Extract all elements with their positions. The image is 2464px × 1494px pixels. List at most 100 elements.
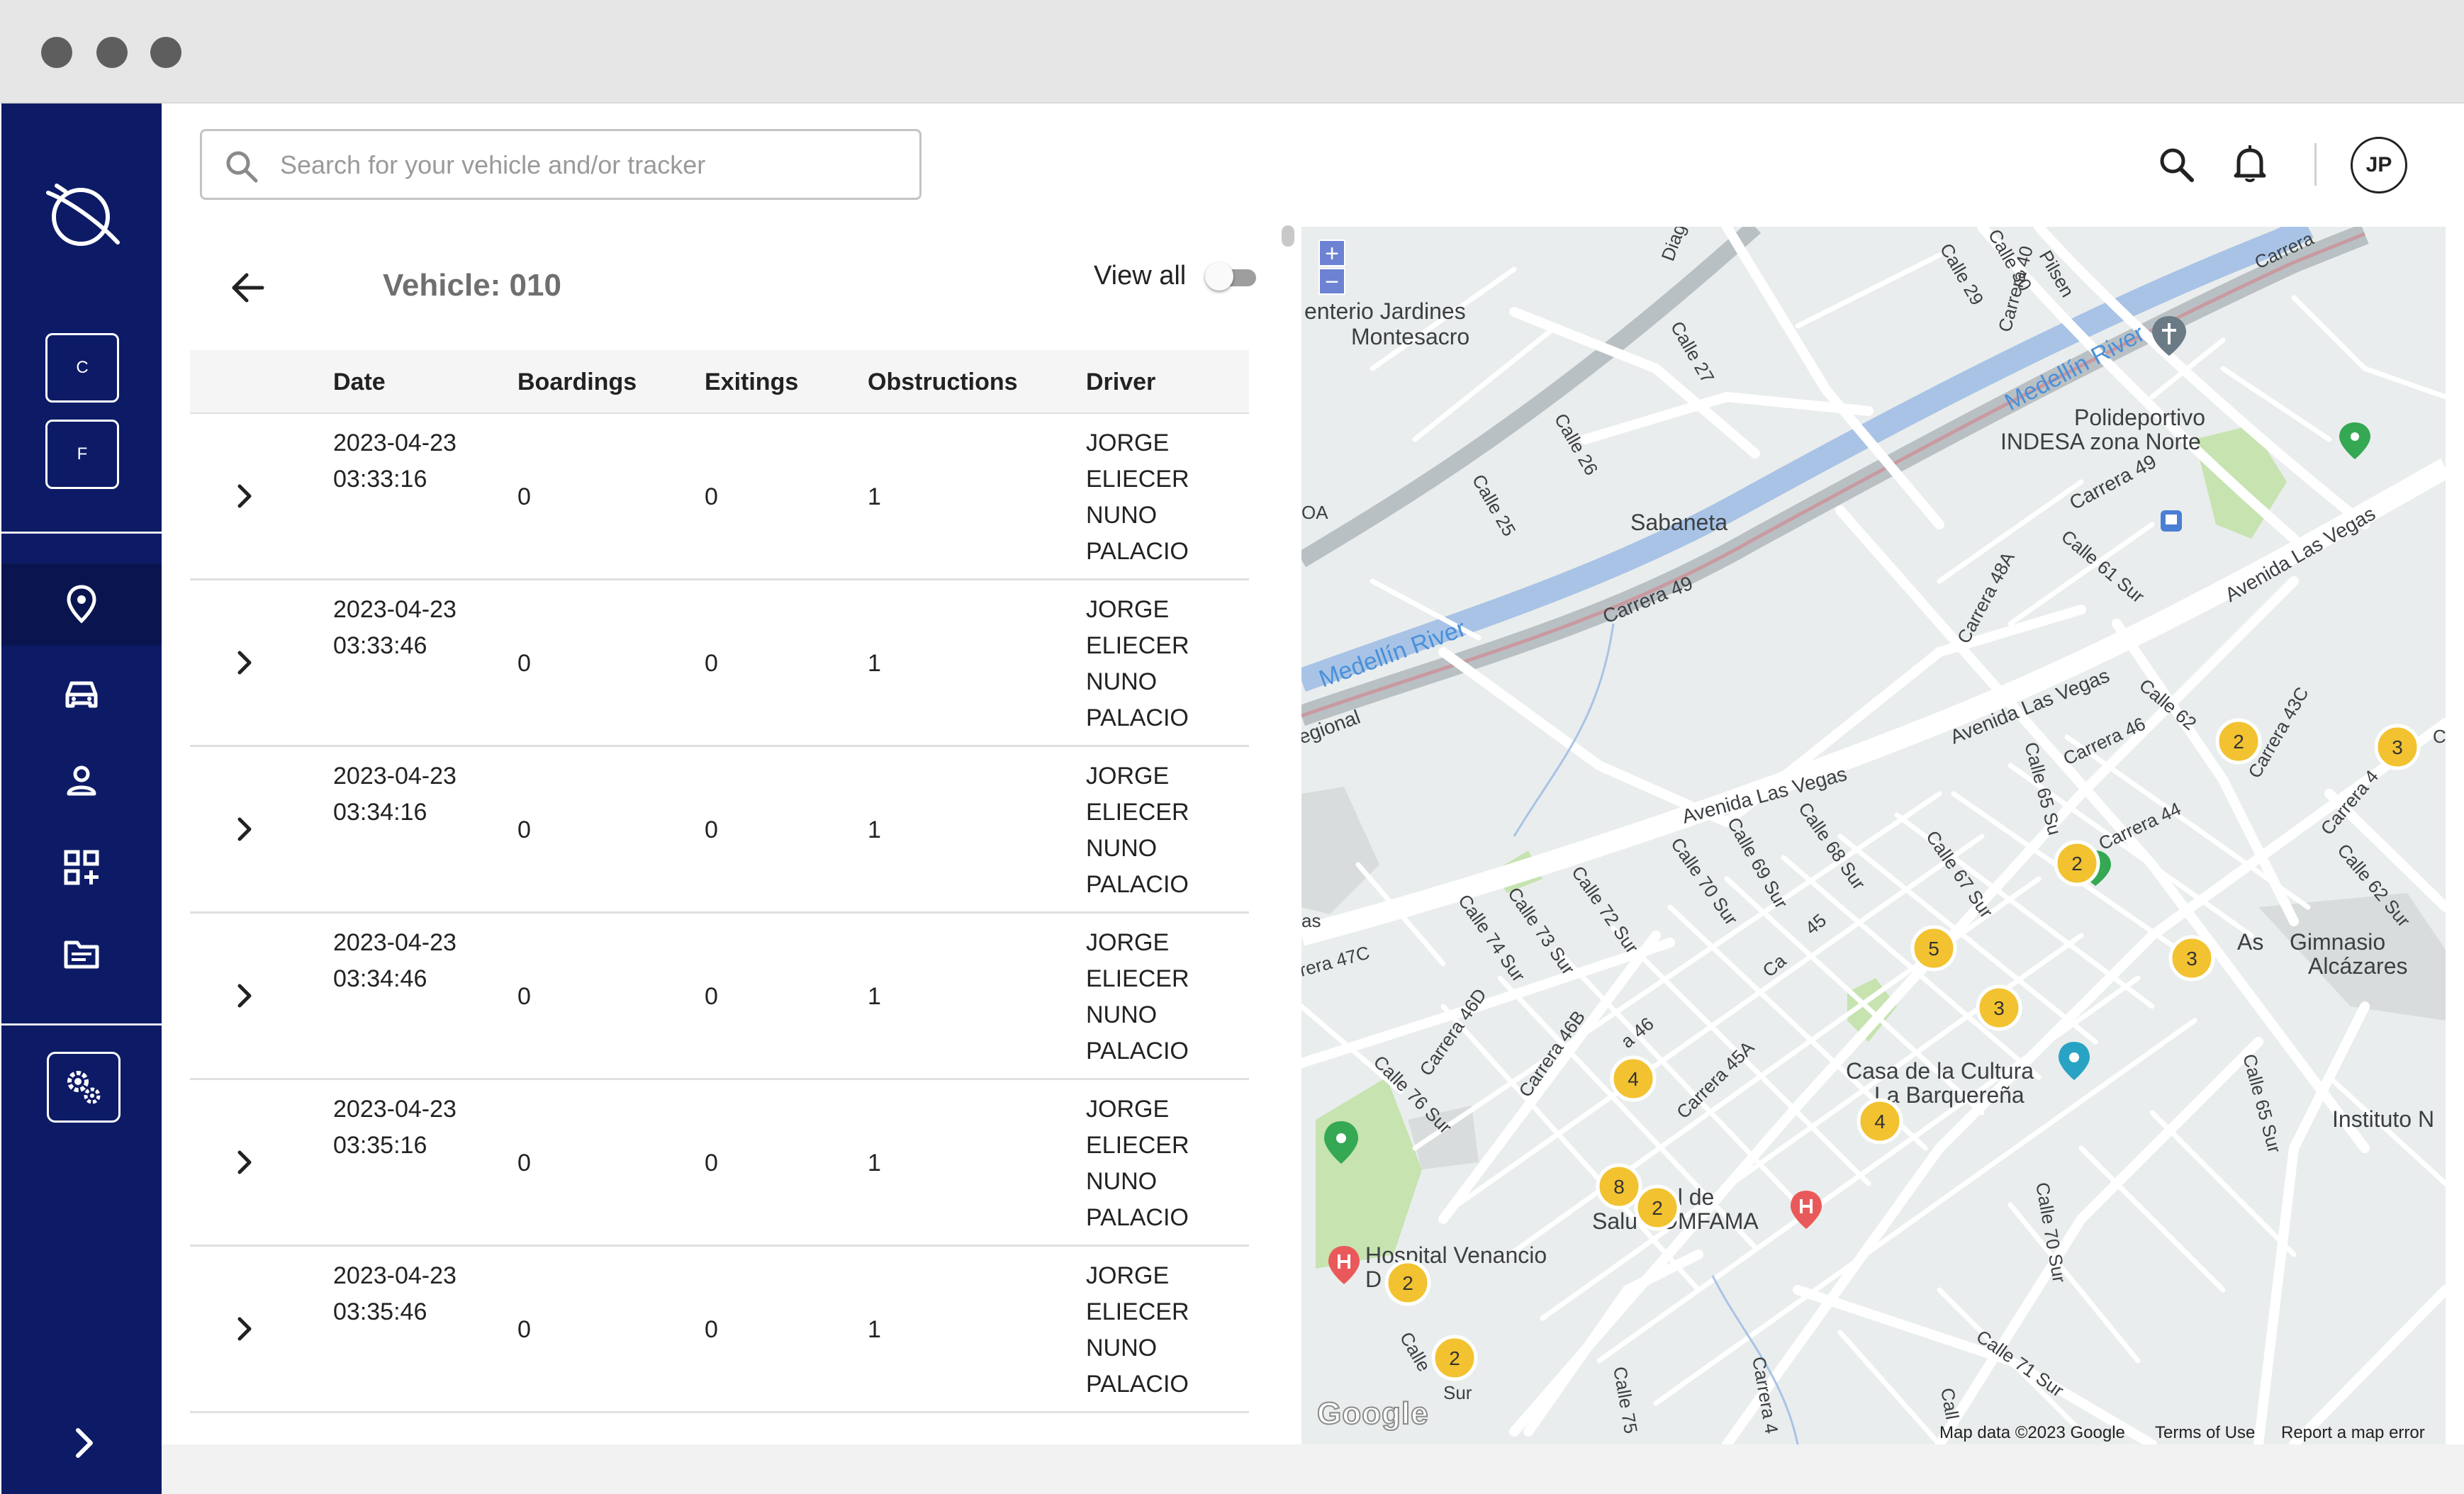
vehicle-cluster-marker[interactable]: 2 <box>1384 1259 1431 1306</box>
vehicle-cluster-marker[interactable]: 3 <box>2374 724 2421 770</box>
chevron-right-icon[interactable] <box>230 1313 261 1344</box>
bottom-strip <box>162 1444 2464 1494</box>
cell-driver: JORGE ELIECER NUNO PALACIO <box>1086 429 1189 565</box>
zoom-in-button[interactable]: + <box>1318 240 1345 266</box>
vehicle-cluster-marker[interactable]: 5 <box>1910 925 1957 972</box>
vehicle-cluster-marker[interactable]: 2 <box>1431 1335 1478 1381</box>
map-view[interactable]: enterio Jardines Montesacro Polideportiv… <box>1301 227 2446 1444</box>
cell-exitings: 0 <box>705 983 718 1010</box>
table-row[interactable]: 2023-04-23 03:35:16 0 0 1 JORGE ELIECER NUNO… <box>190 1080 1249 1247</box>
cell-driver: JORGE ELIECER NUNO PALACIO <box>1086 763 1189 898</box>
zoom-out-button[interactable]: − <box>1318 268 1345 295</box>
map-label: Alcázares <box>2308 953 2408 979</box>
map-label: Carrera 46B <box>1514 1006 1589 1101</box>
chevron-right-icon[interactable] <box>69 1425 101 1461</box>
cell-driver: JORGE ELIECER NUNO PALACIO <box>1086 1262 1189 1398</box>
search-bar[interactable] <box>200 129 922 200</box>
chevron-right-icon[interactable] <box>230 647 261 678</box>
window-maximize-button[interactable] <box>150 37 181 68</box>
header-separator <box>2314 143 2317 186</box>
cell-obstructions: 1 <box>868 650 881 677</box>
cluster-count: 3 <box>1993 997 2005 1019</box>
company-f-button[interactable]: F <box>45 420 119 489</box>
cluster-count: 2 <box>1652 1197 1663 1219</box>
map-label: Casa de la Cultura <box>1846 1058 2034 1084</box>
cell-exitings: 0 <box>705 1150 718 1176</box>
dashboard-add-icon[interactable] <box>60 846 103 889</box>
column-header-driver[interactable]: Driver <box>1086 369 1155 396</box>
map-label: Sur <box>1443 1382 1472 1403</box>
table-row[interactable]: 2023-04-23 03:33:46 0 0 1 JORGE ELIECER NUNO… <box>190 580 1249 747</box>
map-label: Carrera 46D <box>1415 984 1491 1079</box>
cell-date: 2023-04-23 03:34:16 <box>333 763 457 826</box>
map-label: Instituto N <box>2332 1106 2434 1132</box>
scrollbar-thumb[interactable] <box>1282 225 1294 247</box>
map-label: Calle 69 Sur <box>1723 814 1793 912</box>
table-row[interactable]: 2023-04-23 03:34:16 0 0 1 JORGE ELIECER NUNO… <box>190 747 1249 914</box>
map-label: Calle 75 <box>1609 1365 1642 1435</box>
cluster-count: 3 <box>2392 736 2403 758</box>
chevron-right-icon[interactable] <box>230 481 261 512</box>
avatar[interactable]: JP <box>2351 137 2407 193</box>
map-label: Hospital Venancio <box>1365 1242 1547 1268</box>
map-label: Calle 27 <box>1667 318 1719 387</box>
vehicle-cluster-marker[interactable]: 4 <box>1857 1098 1903 1145</box>
map-label: as <box>1301 910 1321 931</box>
window-titlebar <box>0 0 2464 103</box>
cell-exitings: 0 <box>705 1316 718 1343</box>
column-header-boardings[interactable]: Boardings <box>517 369 637 396</box>
chevron-right-icon[interactable] <box>230 814 261 845</box>
vehicle-cluster-marker[interactable]: 3 <box>2168 935 2215 982</box>
cell-obstructions: 1 <box>868 816 881 843</box>
column-header-exitings[interactable]: Exitings <box>705 369 798 396</box>
map-label: Montesacro <box>1351 324 1469 349</box>
search-input[interactable] <box>280 144 904 186</box>
vehicle-cluster-marker[interactable]: 2 <box>1634 1184 1681 1231</box>
map-label: Calle 26 <box>1550 410 1603 479</box>
window-close-button[interactable] <box>41 37 72 68</box>
user-icon[interactable] <box>60 760 103 802</box>
vehicle-cluster-marker[interactable]: 3 <box>1976 984 2022 1031</box>
window-minimize-button[interactable] <box>96 37 128 68</box>
vehicle-cluster-marker[interactable]: 2 <box>2215 718 2262 765</box>
table-row[interactable]: 2023-04-23 03:33:16 0 0 1 JORGE ELIECER NUNO… <box>190 414 1249 580</box>
map-canvas[interactable]: enterio Jardines Montesacro Polideportiv… <box>1301 227 2446 1444</box>
map-label: La Barquereña <box>1874 1082 2025 1108</box>
cell-boardings: 0 <box>517 650 531 677</box>
map-label: Diag <box>1657 227 1689 264</box>
column-header-date[interactable]: Date <box>333 369 386 396</box>
vehicle-cluster-marker[interactable]: 2 <box>2054 840 2100 887</box>
chevron-right-icon[interactable] <box>230 1147 261 1178</box>
cell-date: 2023-04-23 03:33:46 <box>333 596 457 659</box>
column-header-obstructions[interactable]: Obstructions <box>868 369 1018 396</box>
settings-button[interactable] <box>47 1052 121 1123</box>
search-icon <box>226 151 258 183</box>
company-c-label: C <box>76 358 89 377</box>
app-logo-icon[interactable] <box>44 174 122 252</box>
cluster-count: 4 <box>1628 1068 1639 1090</box>
report-map-error-link[interactable]: Report a map error <box>2281 1423 2425 1443</box>
google-logo: Google <box>1316 1395 1429 1432</box>
cluster-count: 4 <box>1874 1111 1886 1133</box>
vehicle-cluster-marker[interactable]: 8 <box>1596 1163 1642 1210</box>
table-row[interactable]: 2023-04-23 03:34:46 0 0 1 JORGE ELIECER NUNO… <box>190 914 1249 1080</box>
terms-of-use-link[interactable]: Terms of Use <box>2155 1423 2255 1443</box>
map-label: Call <box>1937 1386 1963 1421</box>
search-icon[interactable] <box>2155 143 2197 186</box>
back-arrow-icon[interactable] <box>228 268 268 308</box>
document-icon[interactable] <box>60 933 103 975</box>
map-label: Sabaneta <box>1630 510 1727 535</box>
map-label: Calle 65 Sur <box>2239 1052 2285 1155</box>
sidebar-divider <box>1 1023 162 1026</box>
location-pin-icon[interactable] <box>60 583 103 625</box>
chevron-right-icon[interactable] <box>230 980 261 1011</box>
table-row[interactable]: 2023-04-23 03:35:46 0 0 1 JORGE ELIECER NUNO… <box>190 1247 1249 1413</box>
company-f-label: F <box>77 444 88 464</box>
vehicle-cluster-marker[interactable]: 4 <box>1610 1055 1657 1102</box>
map-label: rera 47C <box>1301 942 1372 981</box>
bell-icon[interactable] <box>2229 142 2271 184</box>
car-icon[interactable] <box>60 673 103 716</box>
map-label: As <box>2237 929 2263 955</box>
view-all-toggle[interactable] <box>1205 262 1256 291</box>
company-c-button[interactable]: C <box>45 333 119 403</box>
